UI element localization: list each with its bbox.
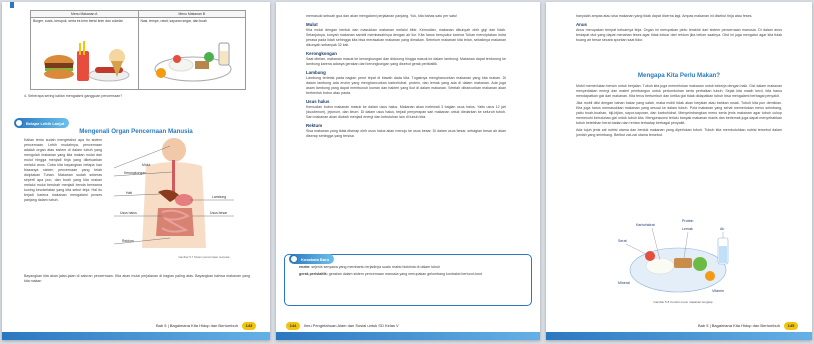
- junk-food-illustration: [44, 41, 130, 82]
- page-145: hanyalah ampas atau sisa makanan yang ti…: [546, 2, 812, 340]
- body-bottom-paragraph: Bayangkan kita akan jalan-jalan di salur…: [24, 274, 250, 283]
- label-air: Air: [720, 227, 725, 231]
- text-kerongkongan: Saat ditelan, makanan masuk ke kerongkon…: [306, 57, 506, 66]
- label-kerongkongan: Kerongkongan: [124, 171, 146, 175]
- page3-intro: hanyalah ampas atau sisa makanan yang ti…: [576, 14, 753, 18]
- heading-rektum: Rektum: [306, 123, 323, 128]
- page-number-145: 145: [784, 321, 798, 330]
- label-rektum: Rektum: [122, 239, 134, 243]
- heading-mulut: Mulut: [306, 22, 318, 27]
- label-mulut: Mulut: [142, 163, 150, 167]
- label-usus-halus: Usus halus: [120, 211, 137, 215]
- glossary-title: Kosakata Baru: [301, 256, 330, 262]
- label-hati: Hati: [126, 191, 132, 195]
- heading-lambung: Lambung: [306, 70, 326, 75]
- paragraph: Ada tujuh jenis zat nutrisi utama dan be…: [576, 128, 782, 137]
- question-4: 4. Seberapa sering kalian mengalami gang…: [24, 94, 123, 98]
- glossary-item: gerak peristaltik: gerakan dalam sistem …: [299, 272, 483, 276]
- heading-kerongkongan: Kerongkongan: [306, 51, 337, 56]
- page-number-143: 143: [242, 321, 256, 330]
- text-rektum: Sisa makanan yang tidak diserap oleh usu…: [306, 129, 506, 138]
- section-pill-label: Belajar Lebih Lanjut: [26, 120, 65, 126]
- text-mulut: Kita mulai dengan bentuk dan masukkan ma…: [306, 28, 506, 47]
- text-lambung: Lambung terletak pada bagian perut tepat…: [306, 76, 506, 95]
- menu-table: Menu Makanan A Menu Makanan B Burger, so…: [30, 10, 246, 90]
- menu-b-header: Menu Makanan B: [137, 10, 246, 18]
- paragraph: Jika mobil diisi dengan bahan bakar yang…: [576, 101, 782, 125]
- menu-b-text: Nasi, tempe, rawit, sayuran segar, dan b…: [140, 19, 207, 23]
- page-144: memasuki sebuah gua dan akan mengalami p…: [276, 2, 540, 340]
- menu-plate-illustration: Serat Karbohidrat Protein Lemak Air Vita…: [618, 219, 729, 293]
- page-number-144: 144: [286, 321, 300, 330]
- heading-usus-halus: Usus halus: [306, 99, 330, 104]
- text-usus-halus: Kemudian bubur makanan masuk ke dalam us…: [306, 105, 506, 119]
- label-usus-besar: Usus besar: [210, 211, 228, 215]
- glossary-item: enzim: sejenis senyawa yang membantu ter…: [299, 265, 441, 269]
- paragraph: Mobil memerlukan bensin untuk berjalan. …: [576, 84, 782, 98]
- body-bottom: Bayangkan kita akan jalan-jalan di salur…: [24, 274, 250, 286]
- label-lambung: Lambung: [212, 195, 226, 199]
- label-protein: Protein: [682, 219, 693, 223]
- section-title: Mengenali Organ Pencernaan Manusia: [79, 128, 193, 135]
- page3-body: hanyalah ampas atau sisa makanan yang ti…: [576, 14, 782, 45]
- bottom-band: [2, 332, 270, 340]
- body-left: Kalian tentu sudah mengetahui apa itu si…: [24, 138, 102, 205]
- text-anus: Anus merupakan tempat keluarnya tinja. O…: [576, 28, 782, 42]
- footer-144: 144 Ilmu Pengetahuan Alam dan Sosial unt…: [286, 321, 399, 330]
- label-lemak: Lemak: [682, 227, 693, 231]
- menu-a-text: Burger, sosis, kerupuk, serta es krim be…: [33, 19, 123, 23]
- digestive-diagram: Mulut Kerongkongan Hati Lambung Usus hal…: [114, 138, 234, 248]
- diagram-caption: Gambar 5.7 Sistem pencernaan manusia: [178, 255, 230, 259]
- page2-body: memasuki sebuah gua dan akan mengalami p…: [306, 14, 506, 141]
- page3-paragraphs: Mobil memerlukan bensin untuk berjalan. …: [576, 84, 782, 140]
- label-vitamin: Vitamin: [712, 289, 724, 293]
- label-karbohidrat: Karbohidrat: [636, 223, 655, 227]
- footer-text-145: Bab 5 | Bagaimana Kita Hidup dan Bertumb…: [698, 323, 780, 328]
- footer-143: Bab 5 | Bagaimana Kita Hidup dan Bertumb…: [156, 321, 256, 330]
- page2-intro: memasuki sebuah gua dan akan mengalami p…: [306, 14, 458, 18]
- heading-anus: Anus: [576, 22, 587, 27]
- footer-text-143: Bab 5 | Bagaimana Kita Hidup dan Bertumb…: [156, 323, 238, 328]
- label-mineral: Mineral: [618, 281, 630, 285]
- bottom-band: [276, 332, 540, 340]
- glossary-box: Kosakata Baru enzim: sejenis senyawa yan…: [284, 254, 532, 306]
- healthy-food-illustration: [154, 42, 231, 82]
- book-icon: [290, 255, 298, 263]
- body-left-paragraph: Kalian tentu sudah mengetahui apa itu si…: [24, 138, 102, 202]
- top-bookmark: [10, 2, 14, 8]
- book-spread: Menu Makanan A Menu Makanan B Burger, so…: [0, 0, 814, 344]
- section-title-2: Mengapa Kita Perlu Makan?: [637, 72, 721, 79]
- bulb-icon: [15, 119, 23, 127]
- figure-caption: Gambar 5.8 Contoh menu makanan lengkap: [653, 300, 713, 304]
- page-143: Menu Makanan A Menu Makanan B Burger, so…: [2, 2, 270, 340]
- footer-text-144: Ilmu Pengetahuan Alam dan Sosial untuk S…: [304, 323, 399, 328]
- footer-145: Bab 5 | Bagaimana Kita Hidup dan Bertumb…: [698, 321, 798, 330]
- label-serat: Serat: [618, 239, 627, 243]
- bottom-band: [546, 332, 812, 340]
- menu-a-header: Menu Makanan A: [30, 10, 139, 18]
